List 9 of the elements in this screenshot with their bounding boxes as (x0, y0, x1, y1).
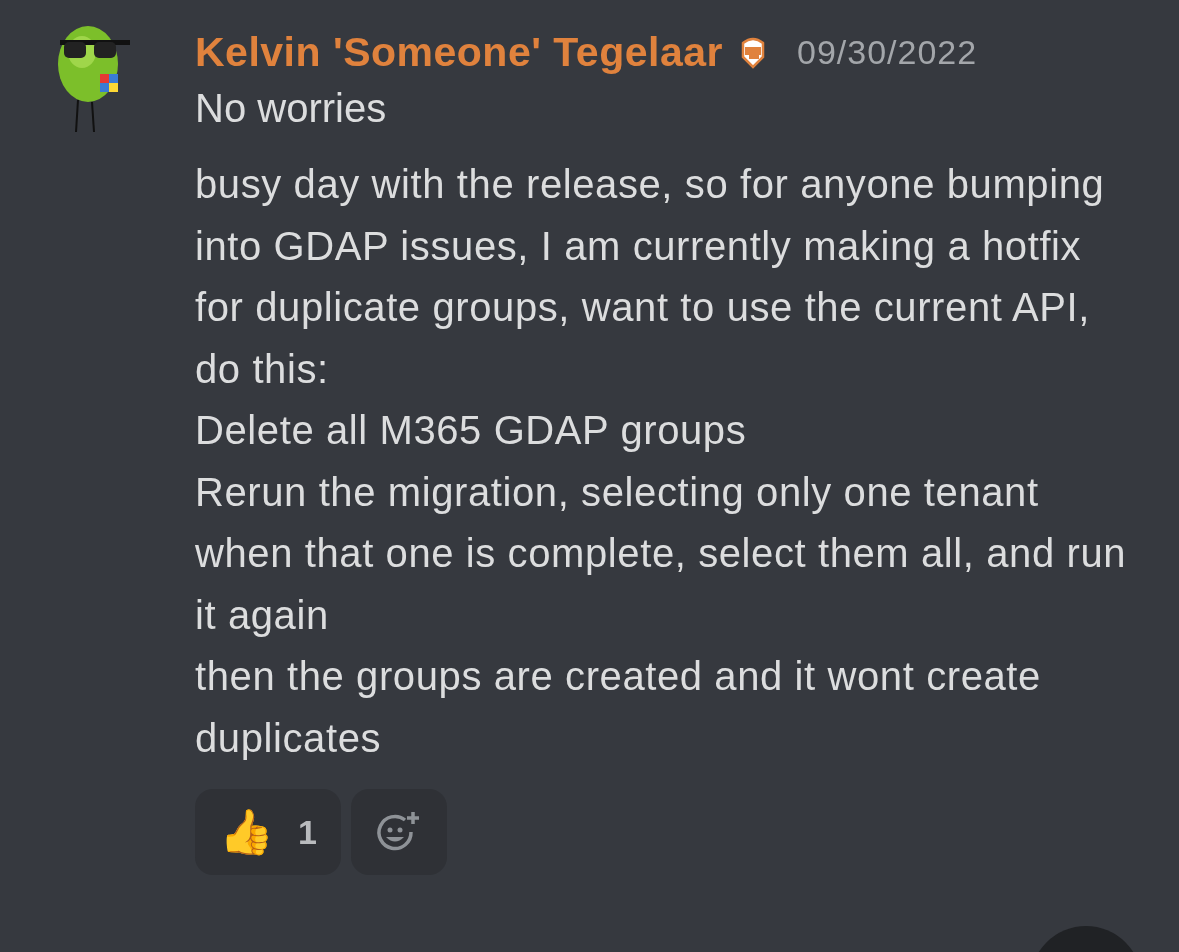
message-text: busy day with the release, so for anyone bumping into GDAP issues, I am currently making a hotfix for duplicate groups, want to use the current API, do this: (195, 161, 1106, 393)
timestamp: 09/30/2022 (796, 32, 978, 72)
message-text: then the groups are created and it wont create duplicates (195, 653, 1042, 762)
reaction-button[interactable]: 👍 1 (195, 789, 341, 875)
message-text: Delete all M365 GDAP groups (195, 407, 748, 454)
add-reaction-button[interactable] (350, 789, 447, 875)
message-text: Rerun the migration, selecting only one tenant (195, 468, 1040, 516)
author-name[interactable]: Kelvin 'Someone' Tegelaar (195, 28, 723, 76)
message-text: No worries (195, 85, 388, 132)
